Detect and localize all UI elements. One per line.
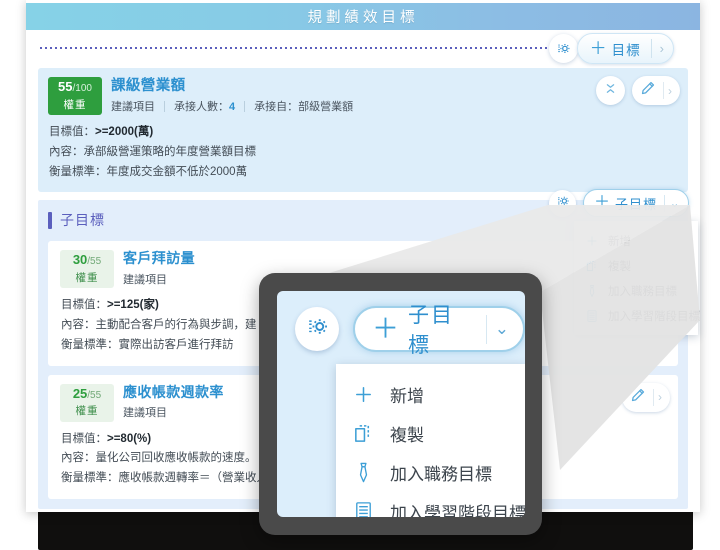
settings-gear-icon <box>304 313 331 345</box>
magnified-sub-goal-popup: ＋ 子目標 ⌄ 新增 複製 加入職務目標 加入學習階段目標 <box>277 291 525 517</box>
menu-item-label: 加入職務目標 <box>390 465 492 484</box>
plus-icon: ＋ <box>372 313 399 344</box>
add-sub-goal-label: 子目標 <box>408 304 454 357</box>
magnified-settings-button[interactable] <box>295 307 339 351</box>
necktie-job-icon <box>350 459 377 486</box>
magnified-add-sub-goal-button[interactable]: ＋ 子目標 ⌄ <box>353 304 525 357</box>
menu-item-label: 複製 <box>390 426 424 445</box>
plus-icon <box>350 381 377 408</box>
book-learning-icon <box>350 498 377 517</box>
divider <box>485 314 487 344</box>
menu-item-label: 新增 <box>390 387 424 406</box>
menu-item-add[interactable]: 新增 <box>336 375 525 414</box>
magnified-dropdown-menu: 新增 複製 加入職務目標 加入學習階段目標 <box>336 364 525 517</box>
menu-item-copy[interactable]: 複製 <box>336 414 525 453</box>
screenshot-stage: 規劃績效目標 ＋ 目標 › 55/100 權重 課級營業額 建議項目 承接人數：… <box>0 0 720 550</box>
menu-item-label: 加入學習階段目標 <box>390 504 525 517</box>
chevron-down-icon[interactable]: ⌄ <box>495 319 517 339</box>
menu-item-add-job-goal[interactable]: 加入職務目標 <box>336 453 525 492</box>
menu-item-add-learning-goal[interactable]: 加入學習階段目標 <box>336 492 525 517</box>
copy-icon <box>350 420 377 447</box>
magnified-popup-header: ＋ 子目標 ⌄ <box>277 291 525 364</box>
